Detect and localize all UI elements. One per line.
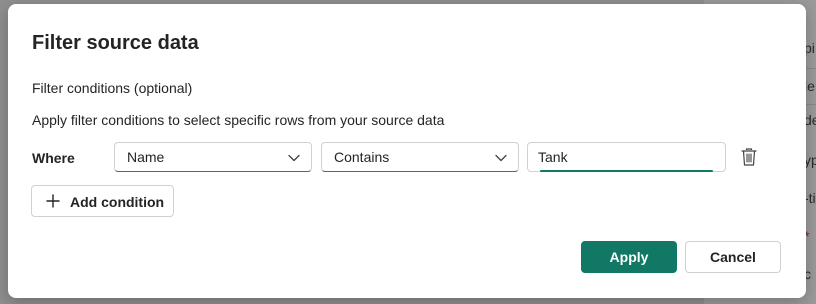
- plus-icon: [46, 194, 60, 208]
- add-condition-label: Add condition: [70, 194, 165, 210]
- where-label: Where: [32, 150, 75, 166]
- operator-dropdown-value: Contains: [334, 149, 390, 165]
- chevron-down-icon: [288, 154, 300, 162]
- section-description: Apply filter conditions to select specif…: [32, 112, 445, 128]
- chevron-down-icon: [495, 154, 507, 162]
- dialog-title: Filter source data: [32, 32, 199, 54]
- add-condition-button[interactable]: Add condition: [31, 185, 174, 217]
- condition-value-input[interactable]: [538, 147, 708, 167]
- filter-dialog: Filter source data Filter conditions (op…: [8, 4, 806, 298]
- cancel-button[interactable]: Cancel: [685, 241, 781, 273]
- apply-button[interactable]: Apply: [581, 241, 677, 273]
- field-dropdown-value: Name: [127, 149, 165, 165]
- condition-value-field[interactable]: [527, 142, 726, 172]
- trash-icon[interactable]: [740, 147, 758, 167]
- field-dropdown[interactable]: Name: [114, 142, 312, 172]
- focus-underline: [540, 170, 713, 172]
- section-subtitle: Filter conditions (optional): [32, 80, 193, 96]
- operator-dropdown[interactable]: Contains: [321, 142, 519, 172]
